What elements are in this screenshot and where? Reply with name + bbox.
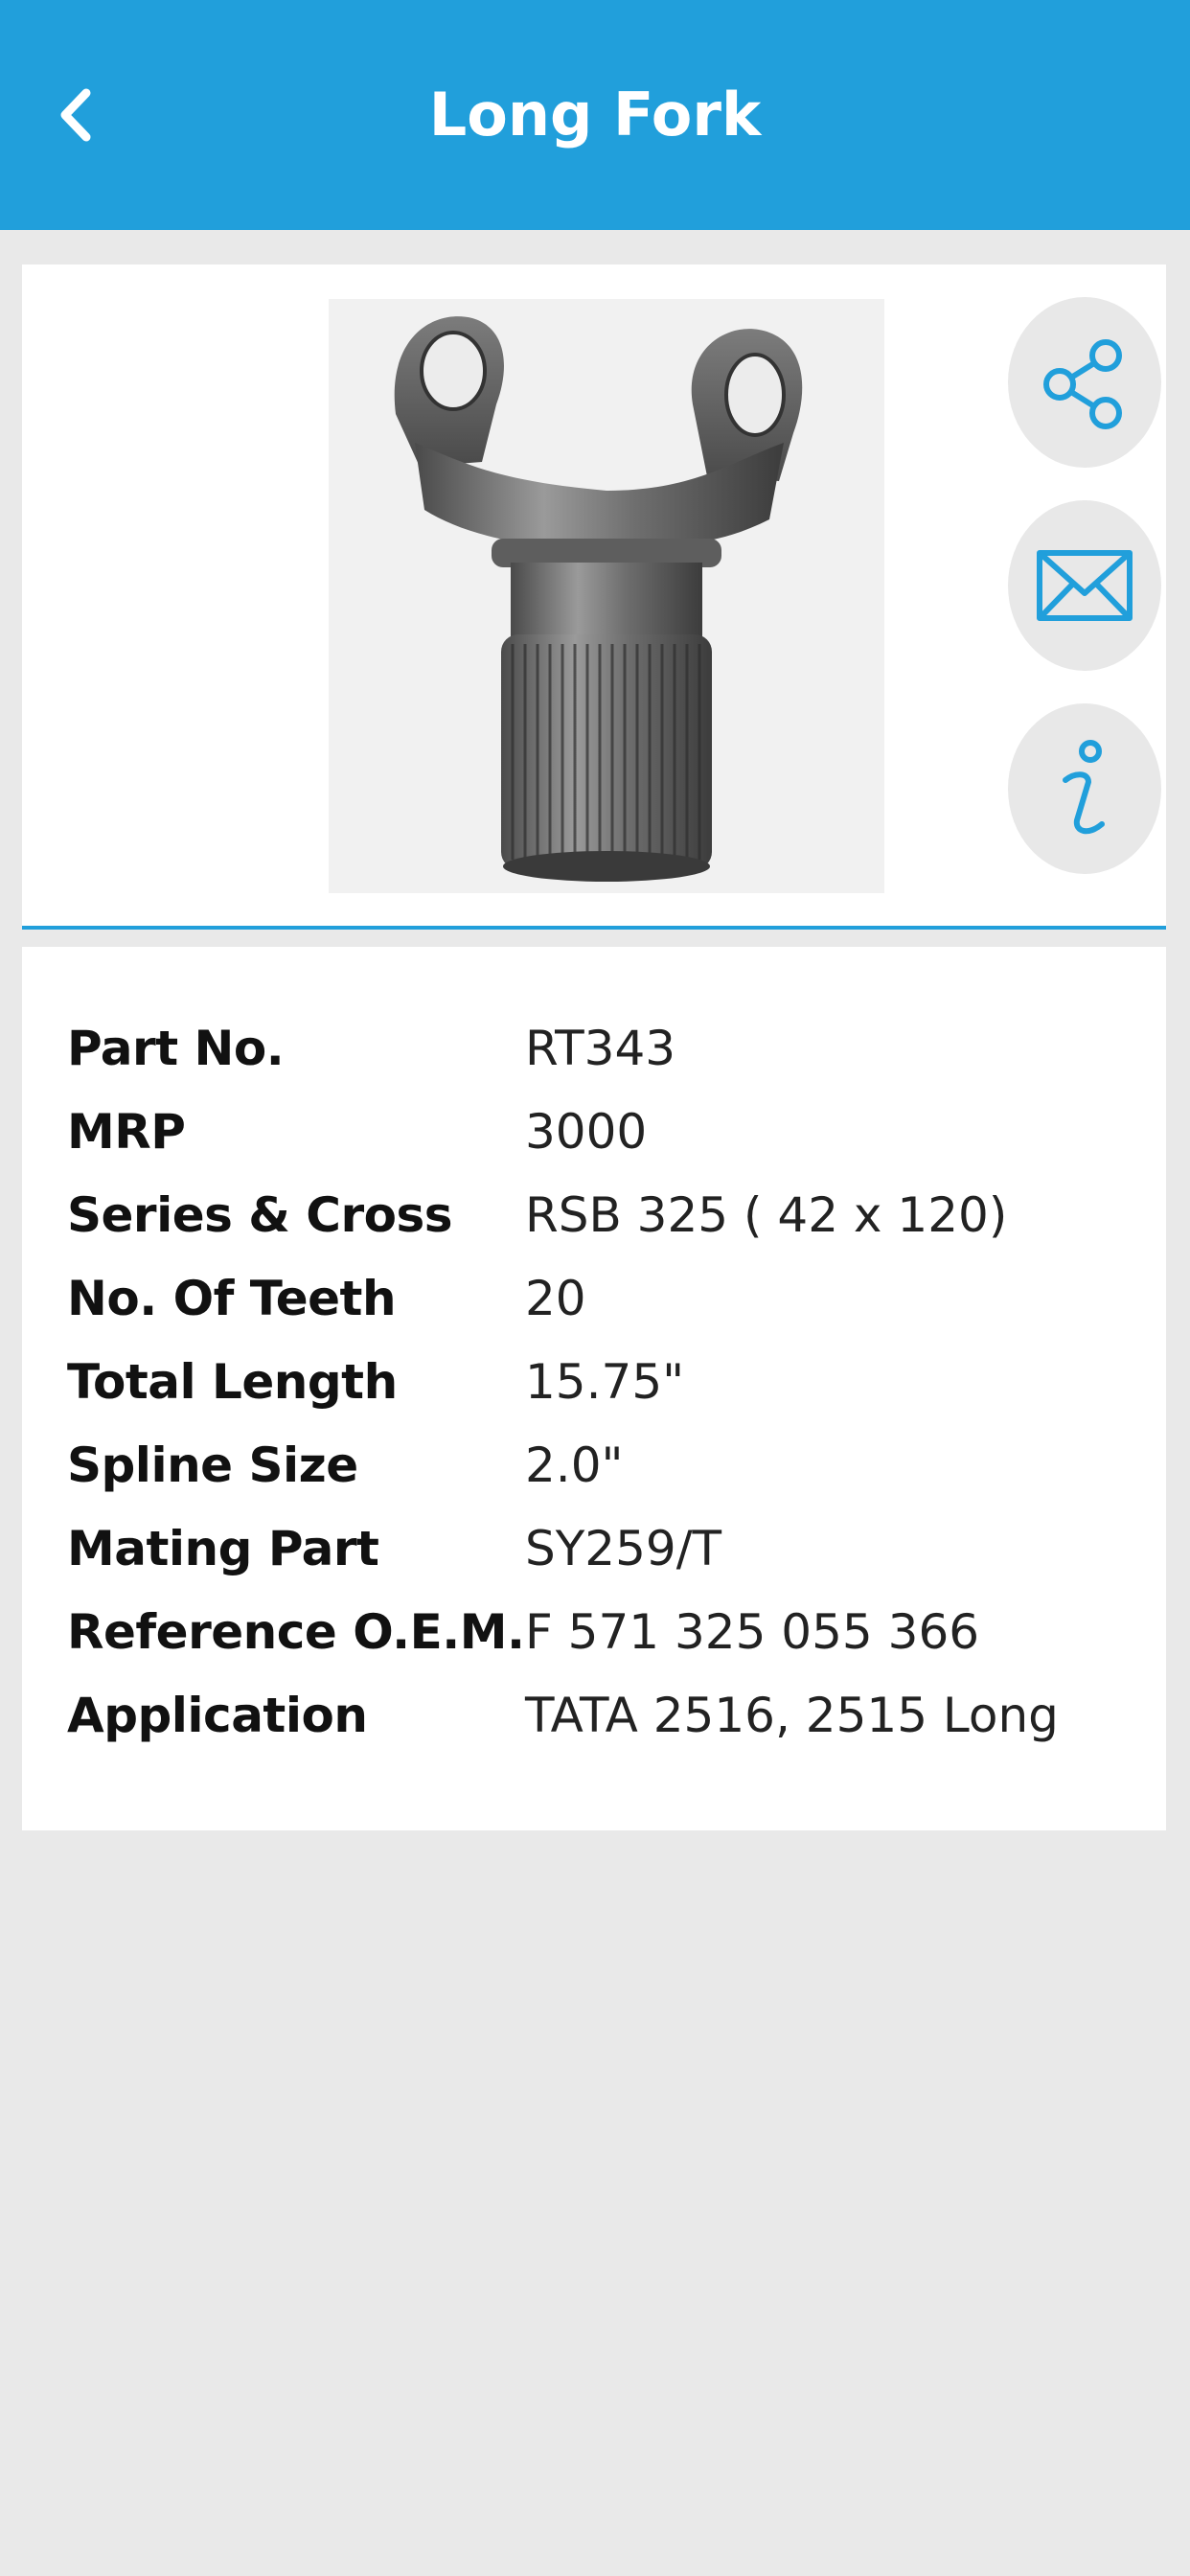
long-fork-illustration bbox=[394, 316, 803, 882]
detail-value: 15.75" bbox=[525, 1353, 685, 1410]
image-divider bbox=[22, 926, 1166, 930]
detail-row-spline-size: Spline Size 2.0" bbox=[67, 1423, 1140, 1506]
back-button[interactable] bbox=[29, 67, 125, 163]
detail-row-reference-oem: Reference O.E.M. F 571 325 055 366 bbox=[67, 1590, 1140, 1673]
detail-value: 20 bbox=[525, 1270, 586, 1326]
detail-value: TATA 2516, 2515 Long bbox=[525, 1687, 1059, 1743]
detail-label: Part No. bbox=[67, 1020, 285, 1076]
detail-row-mrp: MRP 3000 bbox=[67, 1090, 1140, 1173]
detail-label: Series & Cross bbox=[67, 1186, 453, 1243]
app-header: Long Fork bbox=[0, 0, 1190, 230]
detail-value: F 571 325 055 366 bbox=[525, 1603, 980, 1660]
info-icon bbox=[1063, 740, 1105, 835]
detail-value: RSB 325 ( 42 x 120) bbox=[525, 1186, 1008, 1243]
page-title: Long Fork bbox=[428, 80, 762, 150]
detail-label: No. Of Teeth bbox=[67, 1270, 397, 1326]
detail-row-part-no: Part No. RT343 bbox=[67, 1006, 1140, 1090]
mail-button[interactable] bbox=[1008, 500, 1161, 671]
detail-label: Spline Size bbox=[67, 1437, 358, 1493]
detail-row-total-length: Total Length 15.75" bbox=[67, 1340, 1140, 1423]
detail-row-no-of-teeth: No. Of Teeth 20 bbox=[67, 1256, 1140, 1340]
detail-value: SY259/T bbox=[525, 1520, 722, 1576]
detail-value: 3000 bbox=[525, 1103, 648, 1160]
detail-value: 2.0" bbox=[525, 1437, 624, 1493]
detail-label: Mating Part bbox=[67, 1520, 379, 1576]
detail-label: Application bbox=[67, 1687, 368, 1743]
detail-label: Total Length bbox=[67, 1353, 398, 1410]
mail-icon bbox=[1037, 550, 1133, 621]
product-details-card: Part No. RT343 MRP 3000 Series & Cross R… bbox=[22, 947, 1166, 1830]
detail-label: Reference O.E.M. bbox=[67, 1603, 525, 1660]
detail-row-series-cross: Series & Cross RSB 325 ( 42 x 120) bbox=[67, 1173, 1140, 1256]
detail-value: RT343 bbox=[525, 1020, 676, 1076]
info-button[interactable] bbox=[1008, 703, 1161, 874]
share-button[interactable] bbox=[1008, 297, 1161, 468]
chevron-left-icon bbox=[60, 88, 91, 142]
detail-label: MRP bbox=[67, 1103, 186, 1160]
product-image bbox=[329, 299, 884, 893]
share-icon bbox=[1043, 339, 1122, 429]
details-list: Part No. RT343 MRP 3000 Series & Cross R… bbox=[67, 1006, 1140, 1757]
detail-row-application: Application TATA 2516, 2515 Long bbox=[67, 1673, 1140, 1757]
detail-row-mating-part: Mating Part SY259/T bbox=[67, 1506, 1140, 1590]
product-image-card bbox=[22, 264, 1166, 926]
